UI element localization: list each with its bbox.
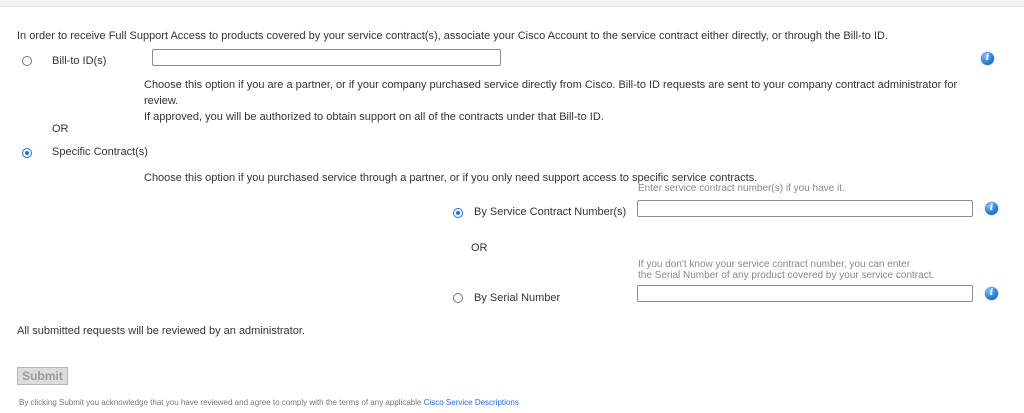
- bill-to-info-icon[interactable]: i: [981, 52, 994, 65]
- contract-number-info-icon[interactable]: i: [985, 202, 998, 215]
- review-note: All submitted requests will be reviewed …: [17, 325, 305, 337]
- contract-number-radio[interactable]: [453, 208, 463, 218]
- bill-to-description-line-2: If approved, you will be authorized to o…: [144, 111, 604, 123]
- serial-number-hint-line-1: If you don't know your service contract …: [638, 259, 911, 270]
- specific-contracts-label: Specific Contract(s): [52, 146, 148, 158]
- contract-or-separator: OR: [471, 242, 488, 254]
- bill-to-input[interactable]: [152, 49, 501, 66]
- bill-to-description: Choose this option if you are a partner,…: [144, 77, 984, 125]
- footnote-text: By clicking Submit you acknowledge that …: [19, 398, 422, 407]
- cisco-service-descriptions-link[interactable]: Cisco Service Descriptions: [424, 398, 519, 407]
- footnote: By clicking Submit you acknowledge that …: [19, 398, 519, 407]
- contract-number-input[interactable]: [637, 200, 973, 217]
- serial-number-info-icon[interactable]: i: [985, 287, 998, 300]
- or-separator: OR: [52, 123, 69, 135]
- submit-button[interactable]: Submit: [17, 367, 68, 385]
- serial-number-hint: If you don't know your service contract …: [638, 259, 934, 281]
- contract-number-hint: Enter service contract number(s) if you …: [638, 183, 845, 194]
- bill-to-radio[interactable]: [22, 56, 32, 66]
- bill-to-description-line-1: Choose this option if you are a partner,…: [144, 79, 958, 107]
- bill-to-label: Bill-to ID(s): [52, 55, 107, 67]
- serial-number-label: By Serial Number: [474, 292, 561, 304]
- serial-number-hint-line-2: the Serial Number of any product covered…: [638, 270, 935, 281]
- contract-number-label: By Service Contract Number(s): [474, 206, 627, 218]
- serial-number-radio[interactable]: [453, 293, 463, 303]
- serial-number-input[interactable]: [637, 285, 973, 302]
- intro-text: In order to receive Full Support Access …: [17, 30, 889, 42]
- specific-contracts-radio[interactable]: [22, 148, 32, 158]
- top-divider: [0, 0, 1024, 7]
